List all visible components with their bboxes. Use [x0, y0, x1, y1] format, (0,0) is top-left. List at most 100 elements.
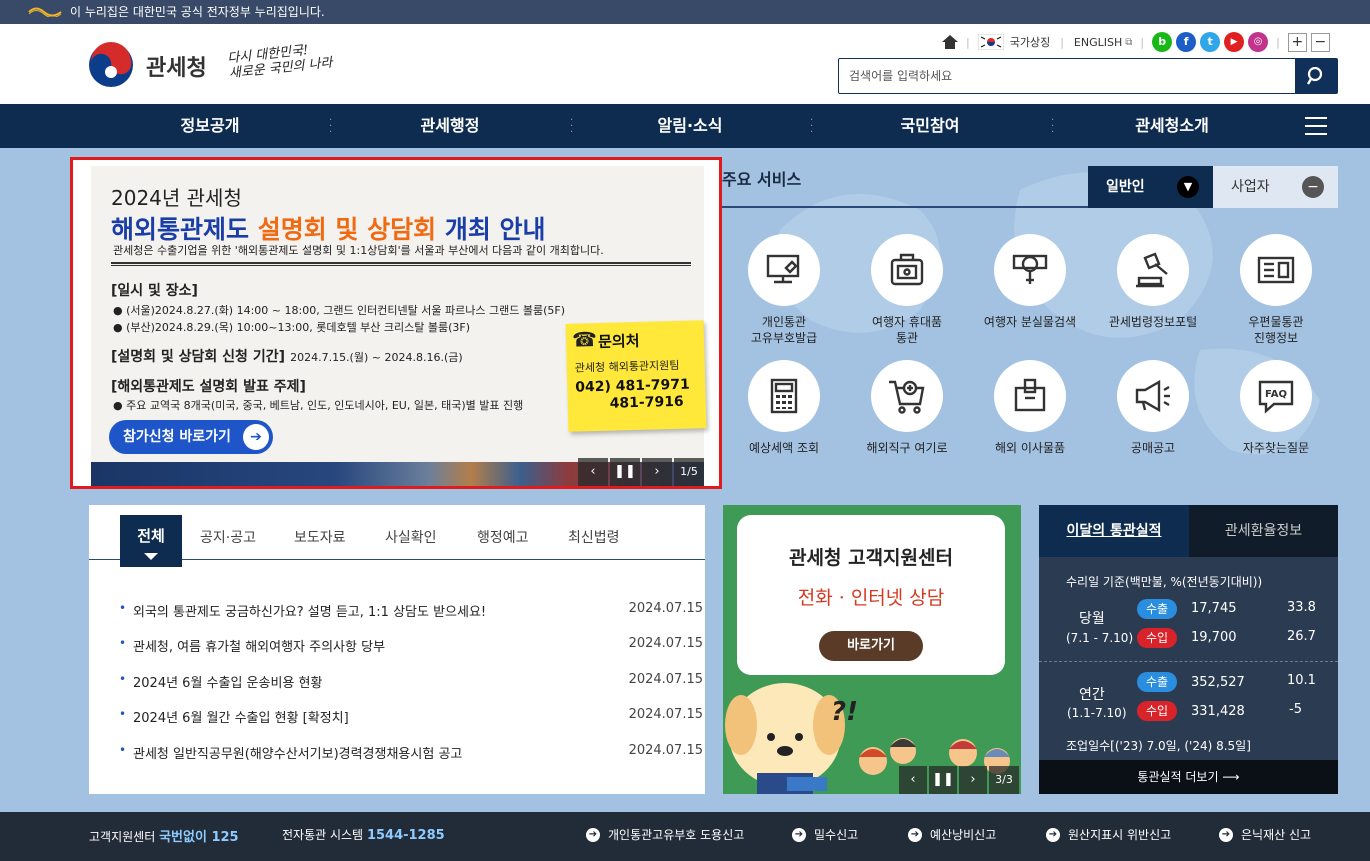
- logo-name[interactable]: 관세청: [146, 50, 207, 82]
- tab-notice[interactable]: 공지·공고: [200, 527, 256, 547]
- english-link[interactable]: ENGLISH: [1074, 36, 1122, 49]
- arrow-circle-icon: ➔: [1219, 827, 1233, 842]
- gnb-item-participation[interactable]: 국민참여: [830, 104, 1030, 148]
- cs-pause-button[interactable]: ❚❚: [929, 766, 957, 794]
- news-row[interactable]: • 2024년 6월 월간 수출입 현황 [확정치] 2024.07.15: [119, 707, 703, 727]
- service-law-portal[interactable]: 관세법령정보포털: [1093, 234, 1213, 330]
- main-banner[interactable]: 2024년 관세청 해외통관제도 설명회 및 상담회 개최 안내 관세청은 수출…: [70, 157, 722, 489]
- banner-description: 관세청은 수출기업을 위한 '해외통관제도 설명회 및 1:1상담회'를 서울과…: [113, 244, 604, 257]
- speech-bubble: 관세청 고객지원센터 전화 · 인터넷 상담 바로가기: [737, 515, 1005, 675]
- join-button[interactable]: 참가신청 바로가기 ➔: [109, 420, 273, 454]
- export-badge: 수출: [1137, 599, 1177, 619]
- contact-title: 문의처: [597, 331, 640, 351]
- twitter-icon[interactable]: t: [1200, 32, 1221, 52]
- service-postal[interactable]: 우편물통관 진행정보: [1216, 234, 1336, 346]
- next-slide-button[interactable]: ›: [642, 458, 672, 486]
- service-label: 자주찾는질문: [1242, 441, 1310, 455]
- banner-title-part1: 해외통관제도: [111, 215, 258, 244]
- cs-go-button[interactable]: 바로가기: [819, 631, 923, 661]
- service-faq[interactable]: FAQ 자주찾는질문: [1216, 360, 1336, 456]
- gnb-item-info[interactable]: 정보공개: [110, 104, 310, 148]
- gov-banner-text: 이 누리집은 대한민국 공식 전자정부 누리집입니다.: [70, 5, 325, 19]
- search-icon: [1307, 67, 1323, 85]
- instagram-icon[interactable]: ◎: [1248, 32, 1269, 52]
- news-board: 전체 공지·공고 보도자료 사실확인 행정예고 최신법령 • 외국의 통관제도 궁…: [89, 505, 705, 794]
- service-tax-estimate[interactable]: 예상세액 조회: [724, 360, 844, 456]
- cs-pager: 3/3: [989, 766, 1019, 794]
- search-input[interactable]: [849, 67, 1289, 85]
- exclaim-text: ?!: [831, 697, 858, 727]
- year-label: 연간: [1079, 687, 1105, 703]
- tab-all[interactable]: 전체: [120, 515, 182, 567]
- cs-title: 관세청 고객지원센터: [789, 547, 953, 569]
- cs-next-button[interactable]: ›: [959, 766, 987, 794]
- zoom-out-button[interactable]: −: [1310, 32, 1330, 52]
- news-row[interactable]: • 관세청, 여름 휴가철 해외여행자 주의사항 당부 2024.07.15: [119, 636, 703, 656]
- search-button[interactable]: [1295, 59, 1337, 93]
- menu-icon[interactable]: [1305, 117, 1327, 135]
- report-link-id-theft[interactable]: ➔ 개인통관고유부호 도용신고: [586, 826, 744, 843]
- tab-exchange-rate[interactable]: 관세환율정보: [1189, 505, 1338, 557]
- tab-factcheck[interactable]: 사실확인: [385, 527, 437, 547]
- national-symbol-link[interactable]: 국가상징: [1010, 34, 1050, 50]
- service-personal-code[interactable]: 개인통관 고유부호발급: [724, 234, 844, 346]
- gnb-item-about[interactable]: 관세청소개: [1072, 104, 1272, 148]
- service-auction-notice[interactable]: 공매공고: [1093, 360, 1213, 456]
- tab-laws[interactable]: 최신법령: [568, 527, 620, 547]
- news-row[interactable]: • 외국의 통관제도 궁금하신가요? 설명 듣고, 1:1 상담도 받으세요! 20…: [119, 601, 703, 621]
- report-link-budget-waste[interactable]: ➔ 예산낭비신고: [908, 826, 996, 843]
- tab-monthly-stats[interactable]: 이달의 통관실적: [1039, 505, 1189, 557]
- service-traveler-goods[interactable]: 여행자 휴대품 통관: [847, 234, 967, 346]
- facebook-icon[interactable]: f: [1176, 32, 1197, 52]
- stats-more-label: 통관실적 더보기: [1137, 770, 1219, 784]
- service-label: 고유부호발급: [750, 331, 818, 345]
- banner-section1-line2: ● (부산)2024.8.29.(목) 10:00~13:00, 롯데호텔 부산…: [113, 321, 471, 334]
- home-icon[interactable]: [942, 35, 958, 49]
- chevron-down-icon: ▼: [1177, 176, 1199, 198]
- tab-admin-notice[interactable]: 행정예고: [477, 527, 529, 547]
- bullet: •: [119, 672, 127, 686]
- arrow-circle-icon: ➔: [1046, 827, 1060, 842]
- bullet: •: [119, 743, 127, 757]
- report-link-hidden-assets[interactable]: ➔ 은닉재산 신고: [1219, 826, 1311, 843]
- contact-team: 관세청 해외통관지원팀: [574, 358, 680, 375]
- banner-section2-period: 2024.7.15.(월) ~ 2024.8.16.(금): [290, 351, 463, 364]
- blog-icon[interactable]: b: [1152, 32, 1173, 52]
- cs-prev-button[interactable]: ‹: [899, 766, 927, 794]
- banner-title-line2: 해외통관제도 설명회 및 상담회 개최 안내: [111, 210, 546, 246]
- megaphone-icon: [1117, 360, 1189, 432]
- gnb-divider: · · ·: [329, 115, 333, 138]
- services-title: 주요 서비스: [722, 170, 802, 189]
- service-lost-found[interactable]: 여행자 분실물검색: [970, 234, 1090, 330]
- gnb-item-news[interactable]: 알림·소식: [590, 104, 790, 148]
- arrow-right-icon: ➔: [243, 424, 269, 450]
- customs-stats-panel: 이달의 통관실적 관세환율정보 수리일 기준(백만불, %(전년동기대비)) 당…: [1039, 505, 1338, 794]
- month-export-pct: 33.8: [1287, 600, 1316, 615]
- banner-slide: 2024년 관세청 해외통관제도 설명회 및 상담회 개최 안내 관세청은 수출…: [91, 166, 707, 486]
- tab-general[interactable]: 일반인 ▼: [1088, 166, 1213, 208]
- report-link-smuggling[interactable]: ➔ 밀수신고: [792, 826, 858, 843]
- service-moving-goods[interactable]: 해외 이사물품: [970, 360, 1090, 456]
- youtube-icon[interactable]: ▶: [1224, 32, 1245, 52]
- utility-bar: | 국가상징 | ENGLISH ⧉ | b f t ▶ ◎ | + −: [942, 32, 1330, 52]
- banner-section3-title: [해외통관제도 설명회 발표 주제]: [111, 379, 306, 395]
- zoom-in-button[interactable]: +: [1287, 32, 1307, 52]
- report-link-label: 은닉재산 신고: [1241, 828, 1312, 842]
- pause-slide-button[interactable]: ❚❚: [610, 458, 640, 486]
- report-link-origin[interactable]: ➔ 원산지표시 위반신고: [1046, 826, 1171, 843]
- tab-business[interactable]: 사업자 −: [1213, 166, 1338, 208]
- gnb-item-admin[interactable]: 관세행정: [350, 104, 550, 148]
- stats-more-link[interactable]: 통관실적 더보기 ⟶: [1039, 760, 1338, 794]
- footer-edi: 전자통관 시스템 1544-1285: [282, 826, 445, 843]
- customer-center-banner[interactable]: 관세청 고객지원센터 전화 · 인터넷 상담 바로가기 ?! ‹ ❚❚ › 3/…: [723, 505, 1021, 794]
- news-date: 2024.07.15: [628, 672, 703, 687]
- news-row[interactable]: • 2024년 6월 수출입 운송비용 현황 2024.07.15: [119, 672, 703, 692]
- service-label: 여행자 분실물검색: [983, 315, 1077, 329]
- arrow-circle-icon: ➔: [908, 827, 922, 842]
- gavel-icon: [1117, 234, 1189, 306]
- prev-slide-button[interactable]: ‹: [578, 458, 608, 486]
- news-row[interactable]: • 관세청 일반직공무원(해양수산서기보)경력경쟁채용시험 공고 2024.07.1…: [119, 743, 703, 763]
- service-direct-purchase[interactable]: 해외직구 여기로: [847, 360, 967, 456]
- kcs-logo-icon[interactable]: [88, 42, 134, 88]
- tab-press[interactable]: 보도자료: [294, 527, 346, 547]
